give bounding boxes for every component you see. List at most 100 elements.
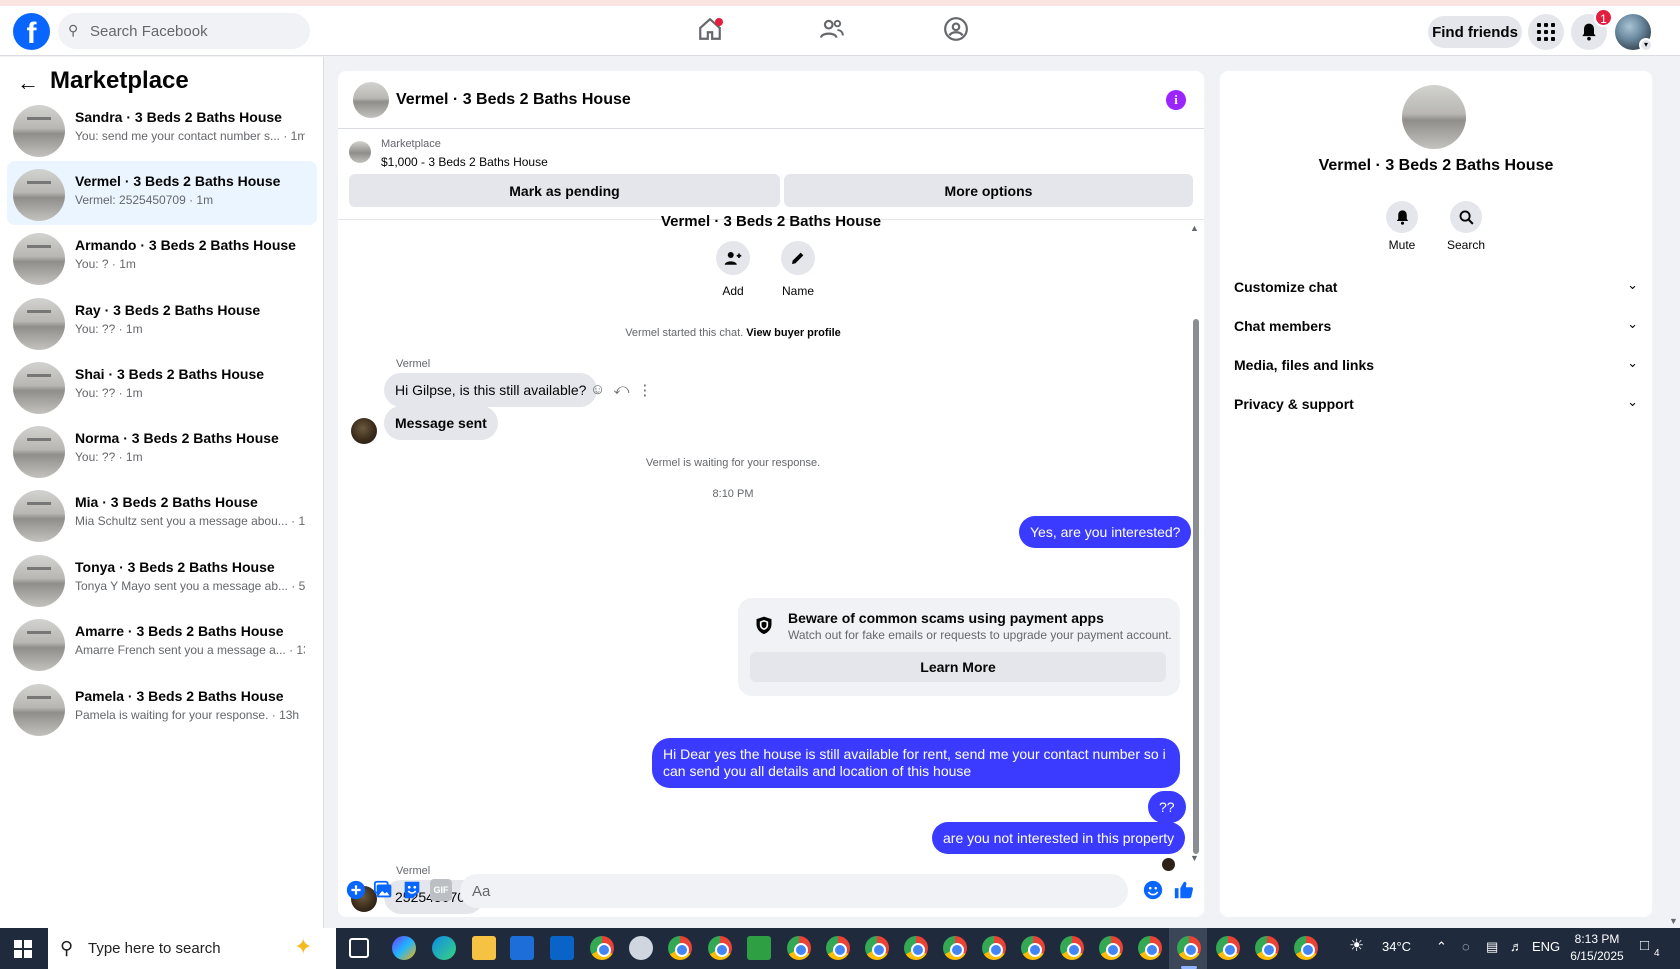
conversation-item[interactable]: Ray · 3 Beds 2 Baths House You: ?? · 1m bbox=[7, 290, 317, 354]
outgoing-message[interactable]: ?? bbox=[1148, 791, 1186, 823]
edge-icon[interactable] bbox=[432, 936, 456, 960]
search-in-chat-button[interactable] bbox=[1450, 201, 1482, 233]
view-buyer-profile-link[interactable]: View buyer profile bbox=[746, 327, 841, 339]
chrome-icon[interactable] bbox=[1138, 936, 1162, 960]
spreadsheet-icon[interactable] bbox=[747, 936, 771, 960]
conversation-item[interactable]: Sandra · 3 Beds 2 Baths House You: send … bbox=[7, 97, 317, 161]
chrome-icon[interactable] bbox=[865, 936, 889, 960]
conversation-item[interactable]: Tonya · 3 Beds 2 Baths House Tonya Y May… bbox=[7, 547, 317, 611]
chevron-up-icon[interactable]: ⌃ bbox=[1436, 939, 1447, 955]
home-nav-button[interactable] bbox=[690, 16, 730, 50]
groups-nav-button[interactable] bbox=[936, 16, 976, 50]
listing-thumbnail bbox=[13, 684, 65, 736]
chrome-icon[interactable] bbox=[668, 936, 692, 960]
page-scrollbar[interactable]: ▼ bbox=[1668, 57, 1680, 928]
menu-button[interactable] bbox=[1528, 14, 1564, 50]
mute-button[interactable] bbox=[1386, 201, 1418, 233]
taskbar-search-box[interactable]: ⚲ Type here to search ✦ bbox=[48, 928, 336, 969]
app-icon[interactable] bbox=[629, 936, 653, 960]
chrome-icon[interactable] bbox=[1060, 936, 1084, 960]
mark-as-pending-button[interactable]: Mark as pending bbox=[349, 174, 780, 207]
media-files-links-section[interactable]: Media, files and links ⌄ bbox=[1234, 347, 1638, 383]
info-icon[interactable]: i bbox=[1166, 90, 1186, 110]
scroll-up-arrow-icon[interactable]: ▲ bbox=[1190, 223, 1199, 233]
taskbar-clock[interactable]: 8:13 PM 6/15/2025 bbox=[1564, 931, 1630, 965]
facebook-search-box[interactable]: ⚲ bbox=[58, 13, 310, 49]
task-view-icon[interactable] bbox=[349, 938, 369, 958]
learn-more-button[interactable]: Learn More bbox=[750, 652, 1166, 682]
weather-icon[interactable]: ☀ bbox=[1349, 936, 1364, 956]
facebook-logo-icon[interactable]: f bbox=[13, 13, 50, 50]
incoming-message[interactable]: Hi Gilpse, is this still available? bbox=[384, 373, 598, 407]
outgoing-message[interactable]: are you not interested in this property bbox=[932, 822, 1186, 854]
conversation-item[interactable]: Pamela · 3 Beds 2 Baths House Pamela is … bbox=[7, 676, 317, 740]
friends-nav-button[interactable] bbox=[812, 16, 852, 50]
chrome-icon[interactable] bbox=[982, 936, 1006, 960]
chrome-icon[interactable] bbox=[590, 936, 614, 960]
listing-price[interactable]: $1,000 - 3 Beds 2 Baths House bbox=[381, 155, 548, 169]
windows-start-icon[interactable] bbox=[14, 940, 32, 958]
chat-title[interactable]: Vermel · 3 Beds 2 Baths House bbox=[396, 91, 631, 109]
network-icon[interactable]: ▤ bbox=[1486, 939, 1498, 955]
add-person-button[interactable] bbox=[716, 241, 750, 275]
language-indicator[interactable]: ENG bbox=[1532, 939, 1560, 954]
find-friends-button[interactable]: Find friends bbox=[1428, 16, 1522, 48]
chrome-icon[interactable] bbox=[904, 936, 928, 960]
message-input[interactable] bbox=[460, 874, 1128, 908]
notification-center-icon[interactable]: □ bbox=[1640, 937, 1649, 954]
chat-listing-thumbnail[interactable] bbox=[353, 82, 389, 118]
react-smile-icon[interactable]: ☺ bbox=[590, 381, 605, 399]
gif-icon[interactable]: GIF bbox=[430, 879, 452, 901]
customize-chat-section[interactable]: Customize chat ⌄ bbox=[1234, 269, 1638, 305]
chrome-icon[interactable] bbox=[1099, 936, 1123, 960]
reply-icon[interactable]: ⤺ bbox=[613, 381, 629, 399]
chat-info-title: Vermel · 3 Beds 2 Baths House bbox=[1318, 157, 1554, 174]
copilot-icon[interactable] bbox=[392, 936, 416, 960]
conversation-name: Shai · 3 Beds 2 Baths House bbox=[75, 366, 265, 382]
conversation-item[interactable]: Armando · 3 Beds 2 Baths House You: ? · … bbox=[7, 225, 317, 289]
store-icon[interactable] bbox=[510, 936, 534, 960]
conversation-item[interactable]: Norma · 3 Beds 2 Baths House You: ?? · 1… bbox=[7, 418, 317, 482]
listing-mini-thumbnail[interactable] bbox=[349, 141, 371, 163]
edit-name-button[interactable] bbox=[781, 241, 815, 275]
outgoing-message[interactable]: Yes, are you interested? bbox=[1019, 516, 1192, 548]
incoming-message[interactable]: Message sent bbox=[384, 406, 498, 440]
chrome-icon[interactable] bbox=[1294, 936, 1318, 960]
chrome-icon[interactable] bbox=[708, 936, 732, 960]
profile-avatar-button[interactable]: ▾ bbox=[1615, 14, 1653, 52]
chrome-icon[interactable] bbox=[1021, 936, 1045, 960]
more-options-button[interactable]: More options bbox=[784, 174, 1193, 207]
chrome-icon[interactable] bbox=[943, 936, 967, 960]
file-explorer-icon[interactable] bbox=[472, 936, 496, 960]
facebook-search-input[interactable] bbox=[90, 13, 300, 49]
conversation-item[interactable]: Shai · 3 Beds 2 Baths House You: ?? · 1m bbox=[7, 354, 317, 418]
chrome-icon[interactable] bbox=[1216, 936, 1240, 960]
sticker-icon[interactable] bbox=[401, 879, 423, 901]
chrome-icon[interactable] bbox=[826, 936, 850, 960]
conversation-item-active[interactable]: Vermel · 3 Beds 2 Baths House Vermel: 25… bbox=[7, 161, 317, 225]
chrome-icon[interactable] bbox=[1255, 936, 1279, 960]
emoji-icon[interactable] bbox=[1142, 879, 1164, 901]
scroll-down-arrow-icon[interactable]: ▼ bbox=[1190, 853, 1199, 863]
plus-circle-icon[interactable] bbox=[345, 879, 367, 901]
chat-scrollbar-thumb[interactable] bbox=[1193, 319, 1199, 854]
scroll-down-arrow-icon[interactable]: ▼ bbox=[1669, 916, 1678, 926]
temperature-text[interactable]: 34°C bbox=[1382, 939, 1411, 954]
thumbs-up-icon[interactable] bbox=[1173, 879, 1195, 901]
chat-members-section[interactable]: Chat members ⌄ bbox=[1234, 308, 1638, 344]
listing-thumbnail bbox=[13, 619, 65, 671]
chat-info-thumbnail[interactable] bbox=[1402, 85, 1466, 149]
wifi-icon[interactable]: ◌ bbox=[1462, 939, 1470, 954]
chrome-active-icon[interactable] bbox=[1177, 936, 1201, 960]
conversation-item[interactable]: Mia · 3 Beds 2 Baths House Mia Schultz s… bbox=[7, 482, 317, 546]
more-vertical-icon[interactable]: ⋮ bbox=[637, 381, 652, 399]
outgoing-message[interactable]: Hi Dear yes the house is still available… bbox=[652, 738, 1180, 788]
outlook-icon[interactable] bbox=[550, 936, 574, 960]
chrome-icon[interactable] bbox=[787, 936, 811, 960]
arrow-left-icon[interactable]: ← bbox=[17, 70, 39, 96]
volume-icon[interactable]: ♬ bbox=[1510, 939, 1523, 954]
conversation-item[interactable]: Amarre · 3 Beds 2 Baths House Amarre Fre… bbox=[7, 611, 317, 675]
privacy-support-section[interactable]: Privacy & support ⌄ bbox=[1234, 386, 1638, 422]
sender-avatar[interactable] bbox=[351, 418, 377, 444]
photo-icon[interactable] bbox=[373, 879, 395, 901]
